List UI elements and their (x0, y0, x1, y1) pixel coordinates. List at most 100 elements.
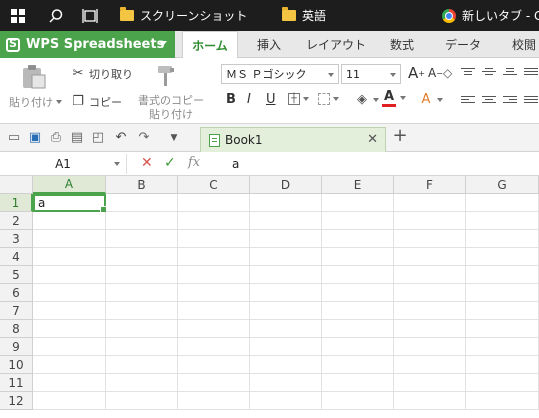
align-middle-icon[interactable] (482, 68, 496, 79)
select-all-corner[interactable] (0, 176, 33, 194)
cell-b9[interactable] (106, 338, 178, 356)
cell-e11[interactable] (322, 374, 394, 392)
cell-g2[interactable] (466, 212, 539, 230)
tab-formulas[interactable]: 数式 (378, 31, 426, 58)
cell-c9[interactable] (178, 338, 250, 356)
cell-d4[interactable] (250, 248, 322, 266)
windows-start-icon[interactable] (8, 0, 28, 31)
cell-a7[interactable] (33, 302, 106, 320)
cell-d9[interactable] (250, 338, 322, 356)
cell-c1[interactable] (178, 194, 250, 212)
cell-b6[interactable] (106, 284, 178, 302)
cell-f8[interactable] (394, 320, 466, 338)
cell-c10[interactable] (178, 356, 250, 374)
cell-f11[interactable] (394, 374, 466, 392)
row-header[interactable]: 3 (0, 230, 33, 248)
cell-e8[interactable] (322, 320, 394, 338)
cell-c5[interactable] (178, 266, 250, 284)
row-header[interactable]: 6 (0, 284, 33, 302)
cell-d2[interactable] (250, 212, 322, 230)
column-header-b[interactable]: B (106, 176, 178, 194)
row-header[interactable]: 10 (0, 356, 33, 374)
cancel-icon[interactable]: ✕ (141, 155, 153, 171)
cell-c8[interactable] (178, 320, 250, 338)
cell-e2[interactable] (322, 212, 394, 230)
font-color-button[interactable]: A (382, 90, 396, 107)
cell-d5[interactable] (250, 266, 322, 284)
cell-g10[interactable] (466, 356, 539, 374)
cell-d11[interactable] (250, 374, 322, 392)
column-header-a[interactable]: A (33, 176, 106, 194)
merge-button[interactable] (318, 93, 339, 105)
cell-g6[interactable] (466, 284, 539, 302)
cell-f7[interactable] (394, 302, 466, 320)
new-tab-icon[interactable]: + (392, 127, 408, 145)
cell-e9[interactable] (322, 338, 394, 356)
spreadsheet-grid[interactable]: A B C D E F G 1 a 2 3 4 5 6 7 8 9 10 11 12 (0, 176, 539, 418)
cell-f9[interactable] (394, 338, 466, 356)
cell-b3[interactable] (106, 230, 178, 248)
align-center-icon[interactable] (482, 96, 496, 107)
cell-d6[interactable] (250, 284, 322, 302)
search-icon[interactable] (45, 0, 67, 31)
cell-d3[interactable] (250, 230, 322, 248)
font-name-select[interactable]: ＭＳ Ｐゴシック (221, 64, 339, 84)
cell-a9[interactable] (33, 338, 106, 356)
column-header-g[interactable]: G (466, 176, 539, 194)
copy-button[interactable]: ❐ コピー (70, 94, 122, 110)
row-header[interactable]: 2 (0, 212, 33, 230)
cell-e1[interactable] (322, 194, 394, 212)
tab-home[interactable]: ホーム (182, 31, 238, 59)
cell-a6[interactable] (33, 284, 106, 302)
cell-b2[interactable] (106, 212, 178, 230)
cell-d10[interactable] (250, 356, 322, 374)
cell-e6[interactable] (322, 284, 394, 302)
cell-c4[interactable] (178, 248, 250, 266)
fill-color-button[interactable]: ◈ (354, 92, 379, 108)
cell-g4[interactable] (466, 248, 539, 266)
cell-f5[interactable] (394, 266, 466, 284)
cell-e10[interactable] (322, 356, 394, 374)
cell-e5[interactable] (322, 266, 394, 284)
cell-f12[interactable] (394, 392, 466, 410)
taskbar-item-english[interactable]: 英語 (282, 0, 326, 31)
cell-c11[interactable] (178, 374, 250, 392)
cell-c6[interactable] (178, 284, 250, 302)
cell-a4[interactable] (33, 248, 106, 266)
cell-a2[interactable] (33, 212, 106, 230)
italic-button[interactable]: I (247, 92, 251, 107)
row-header[interactable]: 11 (0, 374, 33, 392)
clear-format-button[interactable]: A (418, 92, 443, 108)
cell-b4[interactable] (106, 248, 178, 266)
tab-layout[interactable]: レイアウト (300, 31, 372, 58)
cell-b10[interactable] (106, 356, 178, 374)
row-header[interactable]: 8 (0, 320, 33, 338)
cell-c2[interactable] (178, 212, 250, 230)
cell-f6[interactable] (394, 284, 466, 302)
row-header[interactable]: 1 (0, 194, 33, 212)
close-icon[interactable]: ✕ (367, 132, 378, 147)
paste-button[interactable] (20, 64, 48, 90)
save-icon[interactable]: ▣ (27, 130, 43, 146)
decrease-font-size-button[interactable]: A − (428, 66, 443, 80)
cell-b12[interactable] (106, 392, 178, 410)
print-icon[interactable]: ▤ (69, 130, 85, 146)
cell-g3[interactable] (466, 230, 539, 248)
cell-a12[interactable] (33, 392, 106, 410)
cell-b5[interactable] (106, 266, 178, 284)
cell-d12[interactable] (250, 392, 322, 410)
cell-g9[interactable] (466, 338, 539, 356)
cell-b7[interactable] (106, 302, 178, 320)
cell-a11[interactable] (33, 374, 106, 392)
row-header[interactable]: 12 (0, 392, 33, 410)
cell-a5[interactable] (33, 266, 106, 284)
cell-a8[interactable] (33, 320, 106, 338)
bold-button[interactable]: B (226, 92, 236, 107)
formula-input[interactable]: a (222, 152, 539, 176)
cut-button[interactable]: ✂ 切り取り (70, 66, 133, 82)
tab-insert[interactable]: 挿入 (245, 31, 293, 58)
cell-c3[interactable] (178, 230, 250, 248)
align-right-icon[interactable] (503, 96, 517, 107)
cell-c7[interactable] (178, 302, 250, 320)
justify-icon[interactable] (524, 96, 538, 107)
